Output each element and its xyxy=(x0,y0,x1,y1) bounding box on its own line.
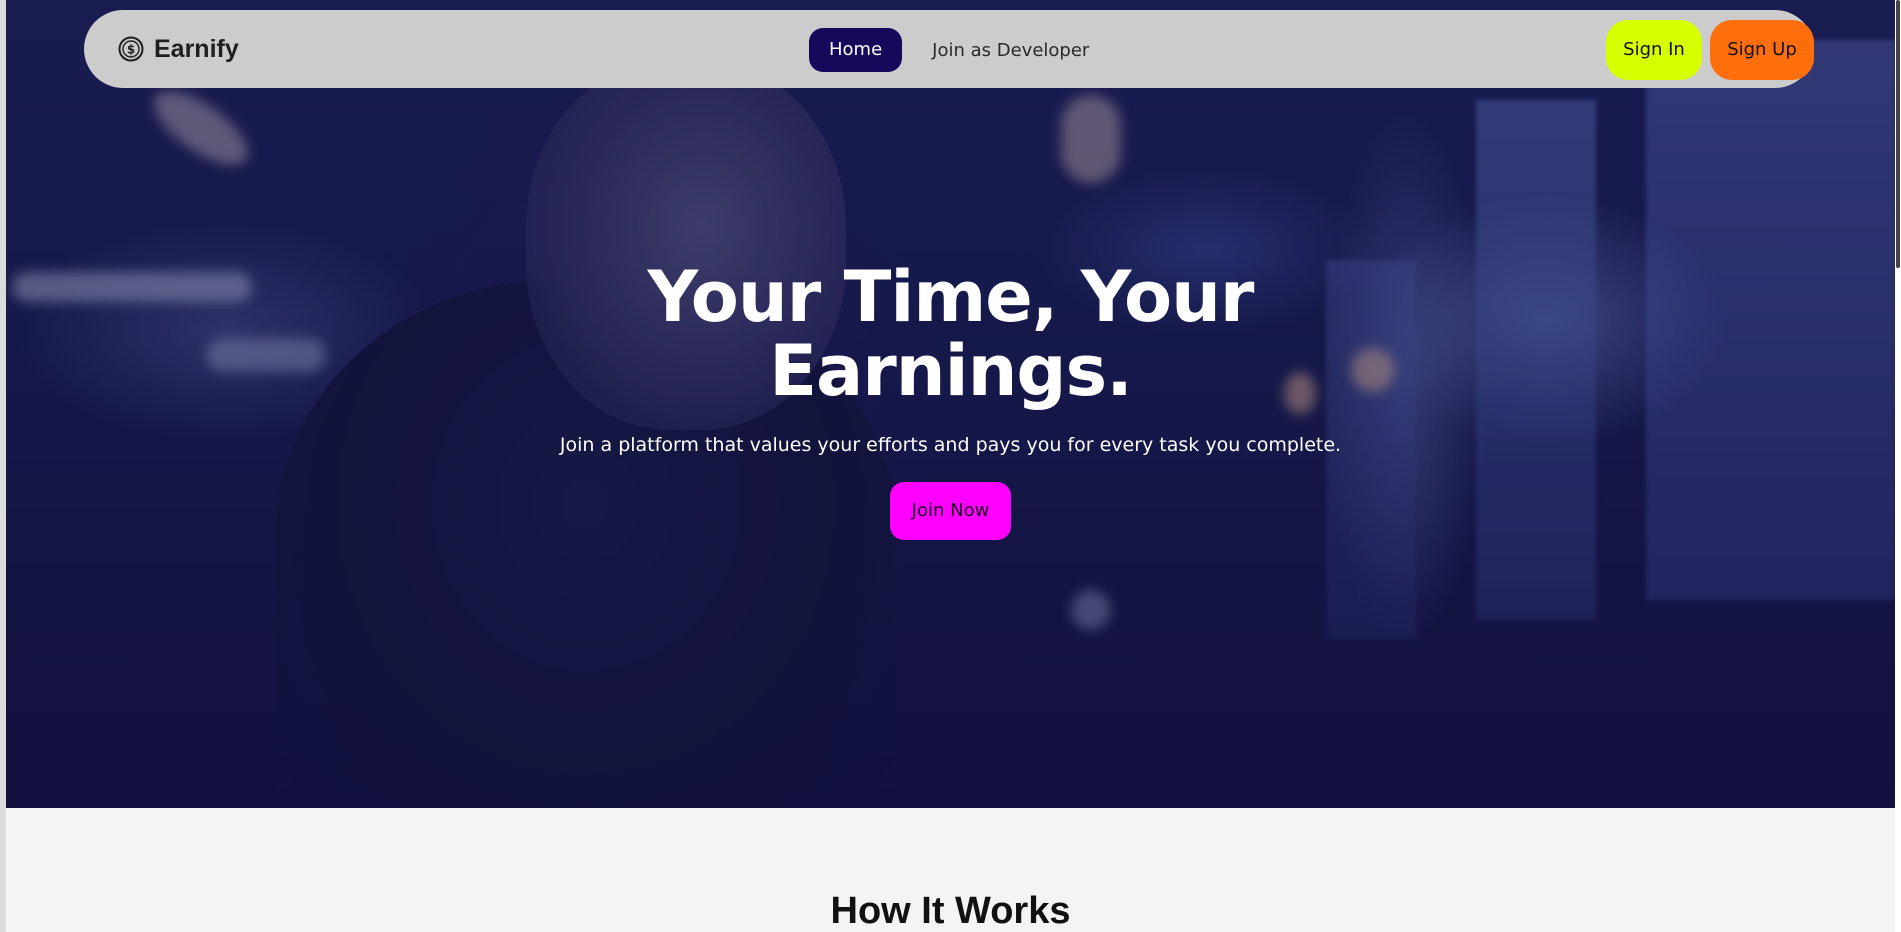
brand-name: Earnify xyxy=(154,34,239,63)
how-it-works-heading: How It Works xyxy=(830,889,1071,932)
hero-title: Your Time, Your Earnings. xyxy=(551,260,1351,408)
dollar-coin-icon: $ xyxy=(118,36,144,62)
brand-logo[interactable]: $ Earnify xyxy=(118,10,239,88)
nav-link-home[interactable]: Home xyxy=(809,28,903,72)
page-viewport: Your Time, Your Earnings. Join a platfor… xyxy=(6,0,1895,932)
hero-title-line1: Your Time, Your xyxy=(647,256,1255,338)
scrollbar-track[interactable] xyxy=(1895,0,1901,932)
svg-text:$: $ xyxy=(127,43,135,57)
hero-title-line2: Earnings. xyxy=(769,330,1133,412)
join-now-button[interactable]: Join Now xyxy=(889,482,1012,540)
sign-in-button[interactable]: Sign In xyxy=(1606,20,1702,80)
nav-link-join-as-developer[interactable]: Join as Developer xyxy=(932,40,1089,61)
top-navbar: $ Earnify Home Join as Developer Sign In… xyxy=(84,10,1814,88)
hero-subtitle: Join a platform that values your efforts… xyxy=(559,434,1342,456)
sign-up-button[interactable]: Sign Up xyxy=(1710,20,1814,80)
nav-links: Home Join as Developer xyxy=(809,28,1089,72)
scrollbar-thumb[interactable] xyxy=(1896,0,1900,268)
hero-section: Your Time, Your Earnings. Join a platfor… xyxy=(6,0,1895,808)
hero-content: Your Time, Your Earnings. Join a platfor… xyxy=(6,260,1895,540)
